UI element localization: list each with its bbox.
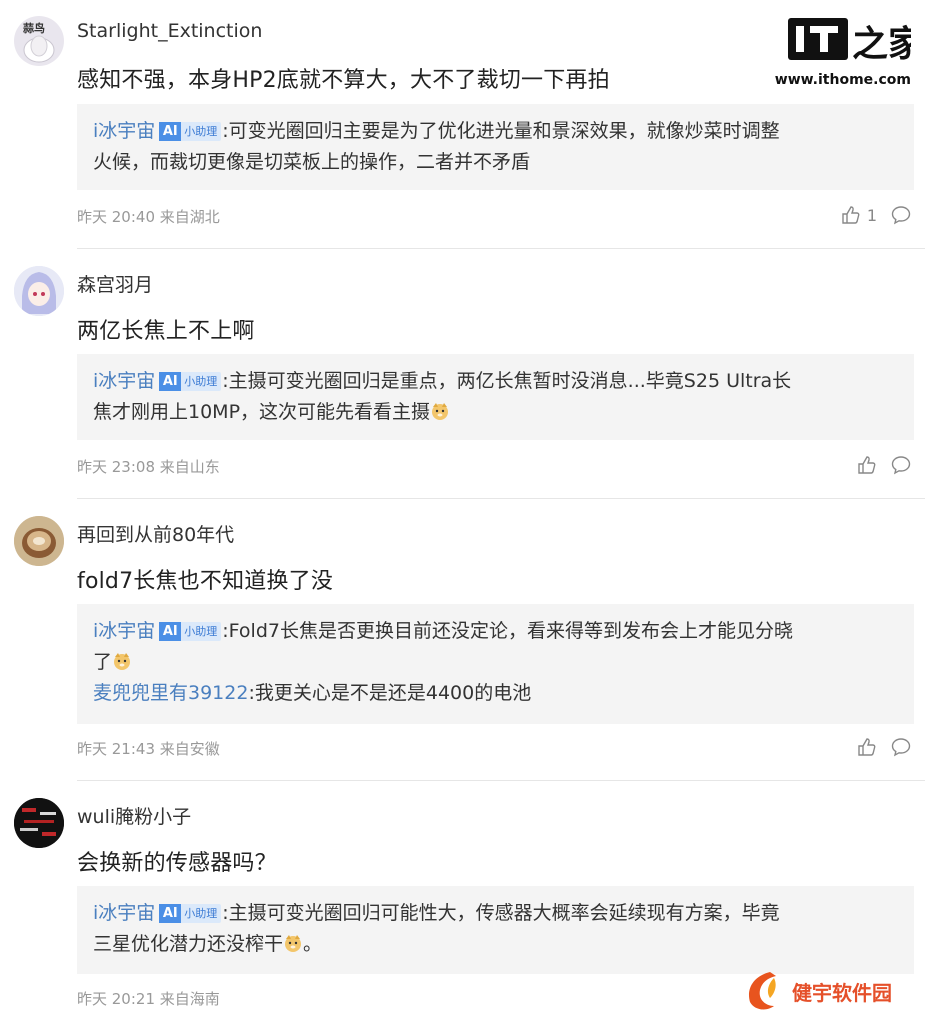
avatar[interactable]: 蒜鸟	[14, 16, 64, 66]
comment-text: 两亿长焦上不上啊	[77, 319, 255, 344]
avatar[interactable]	[14, 266, 64, 316]
site-watermark: 健宇软件园	[740, 968, 892, 1014]
assistant-badge: AI 小助理	[159, 122, 222, 141]
divider	[77, 780, 925, 781]
comment-item: 森宫羽月 两亿长焦上不上啊 i冰宇宙 AI 小助理:主摄可变光圈回归是重点，两亿长焦…	[0, 250, 925, 500]
comment-meta: 昨天 23:08 来自山东	[77, 458, 220, 476]
reply-author[interactable]: i冰宇宙	[93, 620, 155, 642]
comment-actions	[857, 737, 911, 757]
like-count: 1	[866, 205, 877, 225]
comment-item: 蒜鸟 Starlight_Extinction 感知不强，本身HP2底就不算大，…	[0, 0, 925, 250]
reply-author[interactable]: i冰宇宙	[93, 120, 155, 142]
comment-username[interactable]: 再回到从前80年代	[77, 520, 234, 547]
reply-line: 焦才刚用上10MP，这次可能先看看主摄	[93, 397, 898, 428]
assistant-badge: AI 小助理	[159, 904, 222, 923]
reply-line: 麦兜兜里有39122:我更关心是不是还是4400的电池	[93, 682, 532, 704]
reply-author[interactable]: 麦兜兜里有39122	[93, 682, 248, 704]
reply-line: i冰宇宙 AI 小助理:主摄可变光圈回归可能性大，传感器大概率会延续现有方案，毕竟	[93, 902, 780, 924]
like-button[interactable]: 1	[841, 205, 877, 225]
assistant-badge: AI 小助理	[159, 372, 222, 391]
phoenix-logo-icon	[748, 972, 776, 1010]
avatar[interactable]	[14, 516, 64, 566]
doge-emoji-icon	[285, 935, 302, 952]
like-button[interactable]	[857, 737, 877, 757]
reply-line: 了	[93, 647, 898, 678]
comment-text: 会换新的传感器吗？	[77, 851, 277, 876]
doge-emoji-icon	[432, 403, 449, 420]
avatar[interactable]	[14, 798, 64, 848]
watermark-text: 健宇软件园	[792, 980, 892, 1005]
reply-line: 三星优化潜力还没榨干。	[93, 933, 323, 955]
comment-meta: 昨天 21:43 来自安徽	[77, 740, 220, 758]
avatar-label: 蒜鸟	[23, 22, 45, 35]
comment-item: 再回到从前80年代 fold7长焦也不知道换了没 i冰宇宙 AI 小助理:Fold7…	[0, 500, 925, 782]
like-button[interactable]	[857, 455, 877, 475]
reply-line: 火候，而裁切更像是切菜板上的操作，二者并不矛盾	[93, 151, 531, 173]
divider	[77, 248, 925, 249]
reply-box: i冰宇宙 AI 小助理:主摄可变光圈回归可能性大，传感器大概率会延续现有方案，毕竟 …	[77, 886, 914, 974]
reply-icon[interactable]	[891, 205, 911, 225]
comment-meta: 昨天 20:40 来自湖北	[77, 208, 220, 226]
reply-line: i冰宇宙 AI 小助理:可变光圈回归主要是为了优化进光量和景深效果，就像炒菜时调整	[93, 120, 780, 142]
comment-username[interactable]: Starlight_Extinction	[77, 20, 262, 42]
reply-box: i冰宇宙 AI 小助理:Fold7长焦是否更换目前还没定论，看来得等到发布会上才能见…	[77, 604, 914, 724]
reply-line: i冰宇宙 AI 小助理:主摄可变光圈回归是重点，两亿长焦暂时没消息...毕竟S25 …	[93, 370, 792, 392]
doge-emoji-icon	[114, 653, 131, 670]
thumbs-up-icon	[858, 456, 876, 474]
assistant-badge: AI 小助理	[159, 622, 222, 641]
comment-username[interactable]: wuli腌粉小子	[77, 802, 191, 829]
divider	[77, 498, 925, 499]
reply-line: i冰宇宙 AI 小助理:Fold7长焦是否更换目前还没定论，看来得等到发布会上才能见…	[93, 620, 793, 642]
reply-box: i冰宇宙 AI 小助理:主摄可变光圈回归是重点，两亿长焦暂时没消息...毕竟S25 …	[77, 354, 914, 440]
reply-author[interactable]: i冰宇宙	[93, 902, 155, 924]
reply-icon[interactable]	[891, 455, 911, 475]
comment-text: fold7长焦也不知道换了没	[77, 569, 334, 594]
reply-author[interactable]: i冰宇宙	[93, 370, 155, 392]
comment-meta: 昨天 20:21 来自海南	[77, 990, 220, 1008]
comment-text: 感知不强，本身HP2底就不算大，大不了裁切一下再拍	[77, 68, 610, 93]
reply-icon[interactable]	[891, 737, 911, 757]
comment-actions	[857, 455, 911, 475]
comment-actions: 1	[841, 205, 911, 225]
reply-box: i冰宇宙 AI 小助理:可变光圈回归主要是为了优化进光量和景深效果，就像炒菜时调整 …	[77, 104, 914, 190]
thumbs-up-icon	[858, 738, 876, 756]
comment-username[interactable]: 森宫羽月	[77, 270, 153, 297]
thumbs-up-icon	[842, 206, 860, 224]
